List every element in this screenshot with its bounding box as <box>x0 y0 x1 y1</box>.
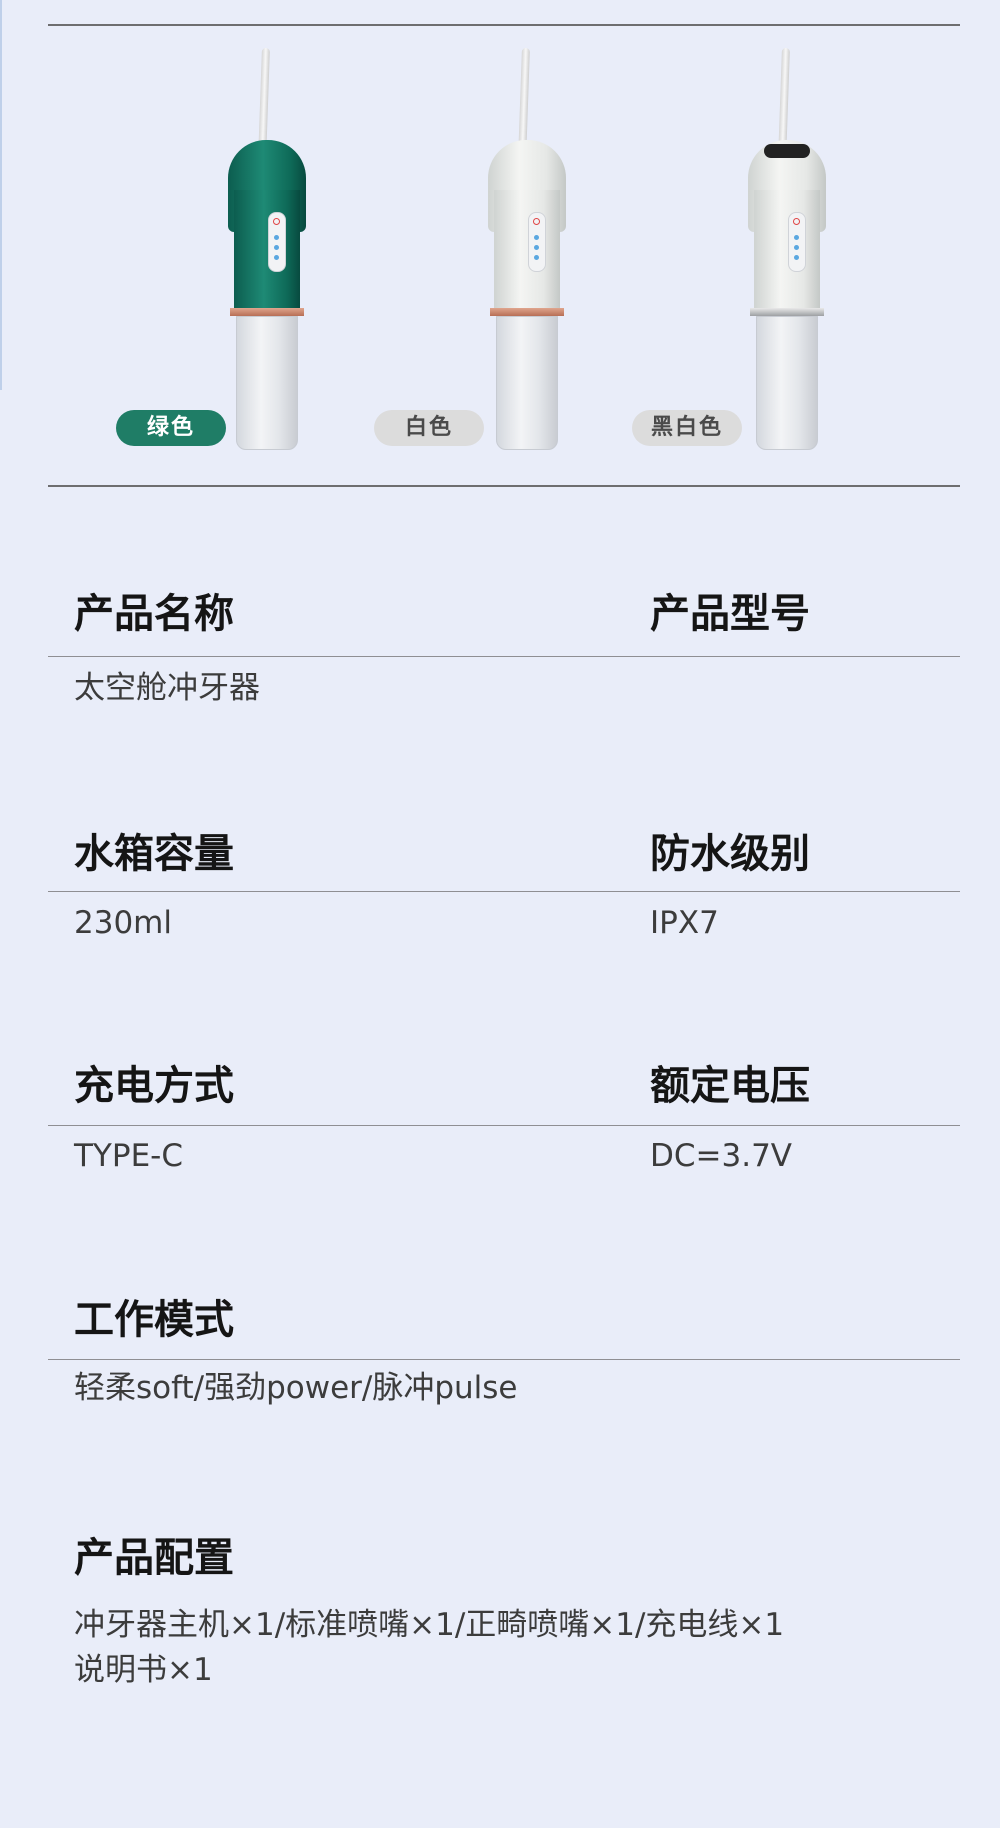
spec-value-modes: 轻柔soft/强劲power/脉冲pulse <box>74 1370 518 1406</box>
control-panel <box>788 212 806 272</box>
mode-indicator-icon <box>534 245 539 250</box>
variant-label-white[interactable]: 白色 <box>374 410 484 446</box>
section-divider <box>48 485 960 487</box>
accent-ring <box>490 308 564 316</box>
spec-value-waterproof: IPX7 <box>650 905 719 941</box>
spec-label-package: 产品配置 <box>74 1535 234 1581</box>
spec-divider <box>48 656 960 657</box>
accent-ring <box>230 308 304 316</box>
black-cap <box>764 144 810 158</box>
product-image-black-white <box>742 40 832 460</box>
spec-value-voltage: DC=3.7V <box>650 1138 792 1174</box>
spec-value-product-name: 太空舱冲牙器 <box>74 670 260 706</box>
spec-label-tank-capacity: 水箱容量 <box>74 831 234 877</box>
mode-indicator-icon <box>794 255 799 260</box>
mode-indicator-icon <box>794 245 799 250</box>
top-divider <box>48 24 960 26</box>
product-image-green <box>222 40 312 460</box>
variant-label-green[interactable]: 绿色 <box>116 410 226 446</box>
mode-indicator-icon <box>534 235 539 240</box>
spec-value-tank-capacity: 230ml <box>74 905 172 941</box>
spec-label-waterproof: 防水级别 <box>650 831 810 877</box>
spec-value-charging: TYPE-C <box>74 1138 183 1174</box>
device-body <box>494 190 560 312</box>
mode-indicator-icon <box>274 245 279 250</box>
variant-label-black-white[interactable]: 黑白色 <box>632 410 742 446</box>
product-image-white <box>482 40 572 460</box>
power-icon <box>273 218 280 225</box>
device-body <box>754 190 820 312</box>
mode-indicator-icon <box>274 255 279 260</box>
power-icon <box>533 218 540 225</box>
spec-label-modes: 工作模式 <box>74 1297 234 1343</box>
spec-divider <box>48 891 960 892</box>
spec-divider <box>48 1125 960 1126</box>
accent-ring <box>750 308 824 316</box>
device-body <box>234 190 300 312</box>
spec-label-charging: 充电方式 <box>74 1063 234 1109</box>
mode-indicator-icon <box>794 235 799 240</box>
water-tank <box>756 316 818 450</box>
spec-value-package-line2: 说明书×1 <box>74 1652 213 1688</box>
water-tank <box>496 316 558 450</box>
mode-indicator-icon <box>274 235 279 240</box>
control-panel <box>268 212 286 272</box>
water-tank <box>236 316 298 450</box>
power-icon <box>793 218 800 225</box>
spec-label-voltage: 额定电压 <box>650 1063 810 1109</box>
mode-indicator-icon <box>534 255 539 260</box>
control-panel <box>528 212 546 272</box>
spec-label-product-name: 产品名称 <box>74 591 234 637</box>
left-edge-accent <box>0 0 2 390</box>
spec-label-model: 产品型号 <box>650 591 810 637</box>
spec-divider <box>48 1359 960 1360</box>
spec-value-package-line1: 冲牙器主机×1/标准喷嘴×1/正畸喷嘴×1/充电线×1 <box>74 1607 785 1643</box>
